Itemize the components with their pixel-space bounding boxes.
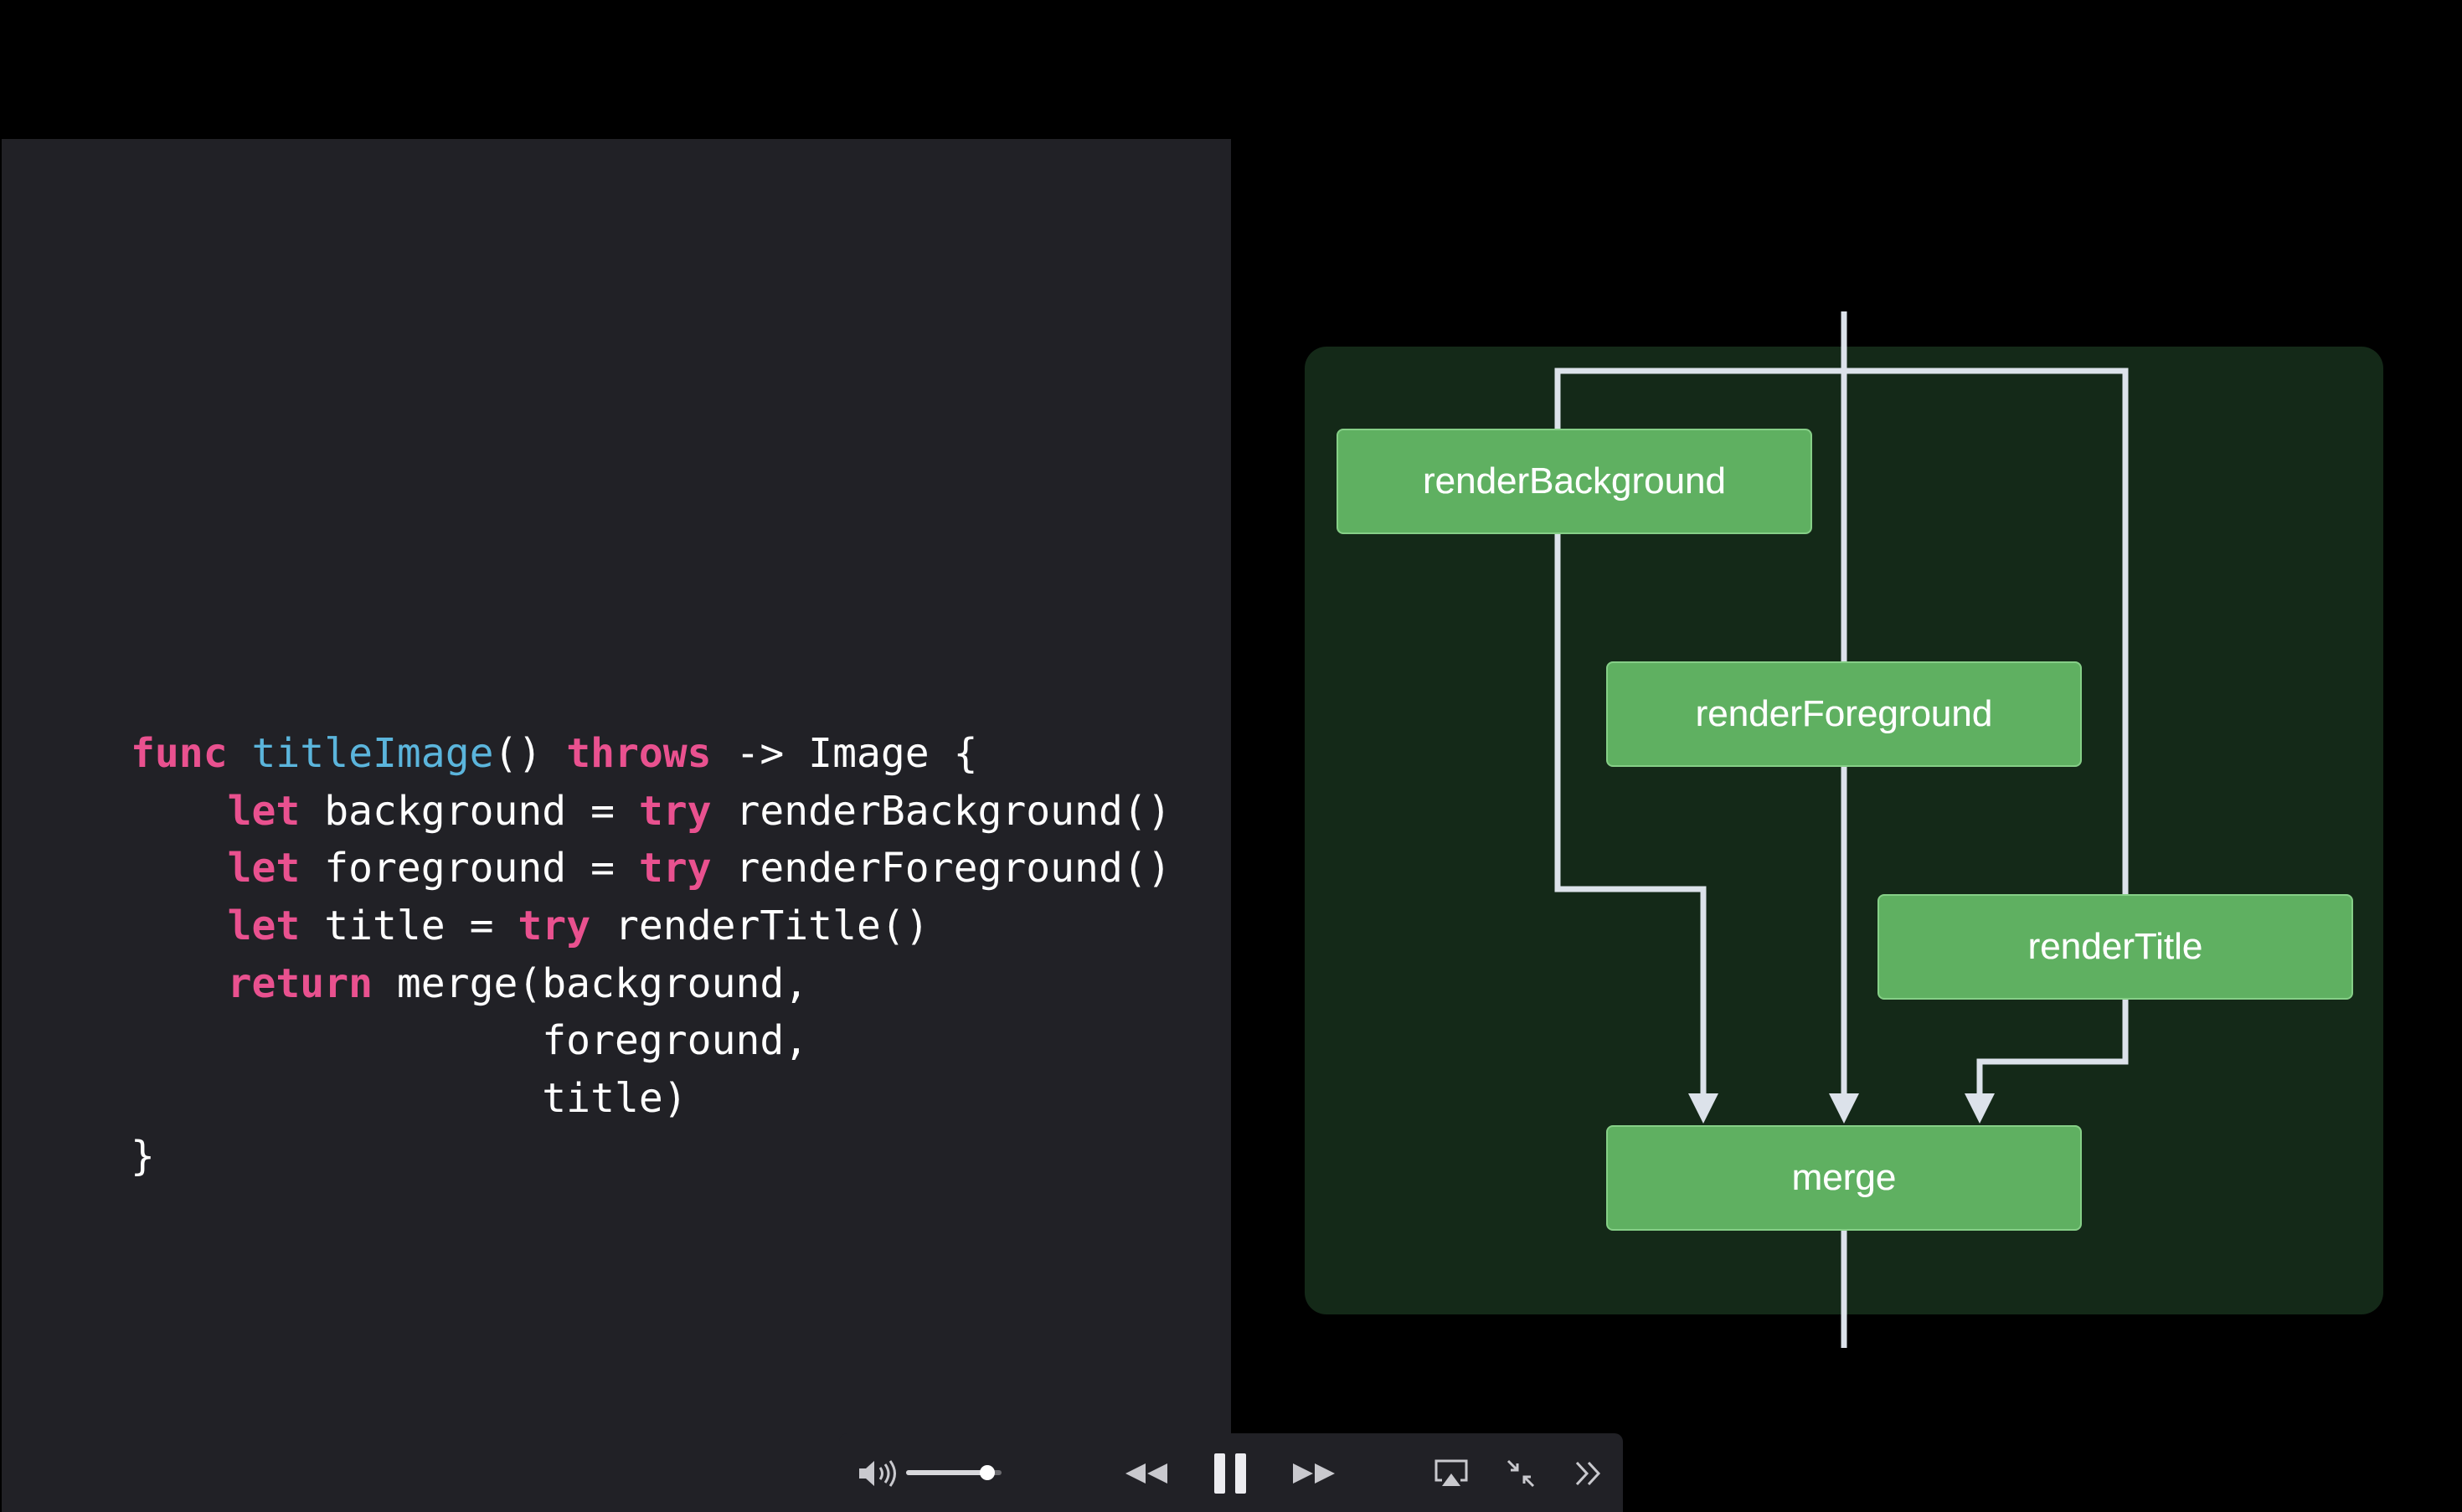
code-text: foreground, [131, 1017, 809, 1065]
code-line: foreground, [131, 1012, 1172, 1070]
code-listing: func titleImage() throws -> Image { let … [131, 725, 1172, 1185]
code-text: title = [300, 903, 518, 950]
fast-forward-icon[interactable] [1291, 1458, 1337, 1489]
code-line: title) [131, 1070, 1172, 1128]
volume-level-fill [906, 1470, 987, 1475]
volume-icon[interactable] [858, 1458, 899, 1489]
airplay-icon[interactable] [1434, 1458, 1469, 1489]
code-text: -> Image { [711, 730, 978, 777]
code-line: let foreground = try renderForeground() [131, 840, 1172, 897]
code-text: merge(background, [372, 959, 809, 1007]
code-line: return merge(background, [131, 955, 1172, 1013]
code-text: renderForeground() [711, 845, 1172, 892]
exit-fullscreen-icon[interactable] [1506, 1458, 1536, 1489]
code-line: let background = try renderBackground() [131, 783, 1172, 841]
pause-icon[interactable] [1213, 1452, 1248, 1495]
code-text: renderBackground() [711, 787, 1172, 835]
code-text: title) [131, 1075, 688, 1123]
code-text: foreground = [300, 845, 639, 892]
code-keyword: try [518, 903, 591, 950]
node-merge: merge [1606, 1125, 2082, 1231]
node-render-background: renderBackground [1337, 429, 1812, 534]
code-keyword: let [227, 787, 301, 835]
code-keyword: let [227, 845, 301, 892]
code-text: renderTitle() [590, 903, 930, 950]
rewind-icon[interactable] [1124, 1458, 1169, 1489]
code-text: } [131, 1132, 155, 1180]
code-keyword: try [638, 845, 712, 892]
code-panel: func titleImage() throws -> Image { let … [2, 139, 1231, 1512]
code-line: let title = try renderTitle() [131, 897, 1172, 955]
code-function-name: titleImage [251, 730, 494, 777]
video-frame: func titleImage() throws -> Image { let … [0, 0, 2462, 1512]
code-text: background = [300, 787, 639, 835]
node-render-title: renderTitle [1877, 894, 2353, 1000]
player-controls [839, 1433, 1623, 1512]
code-keyword: try [638, 787, 712, 835]
code-line: func titleImage() throws -> Image { [131, 725, 1172, 783]
code-text: () [493, 730, 567, 777]
code-line: } [131, 1128, 1172, 1185]
volume-slider[interactable] [906, 1465, 1002, 1480]
code-keyword: func [131, 730, 228, 777]
volume-slider-knob[interactable] [979, 1465, 995, 1480]
code-keyword: throws [566, 730, 712, 777]
node-render-foreground: renderForeground [1606, 661, 2082, 767]
code-keyword: return [227, 959, 373, 1007]
code-keyword: let [227, 903, 301, 950]
more-icon[interactable] [1574, 1460, 1603, 1487]
